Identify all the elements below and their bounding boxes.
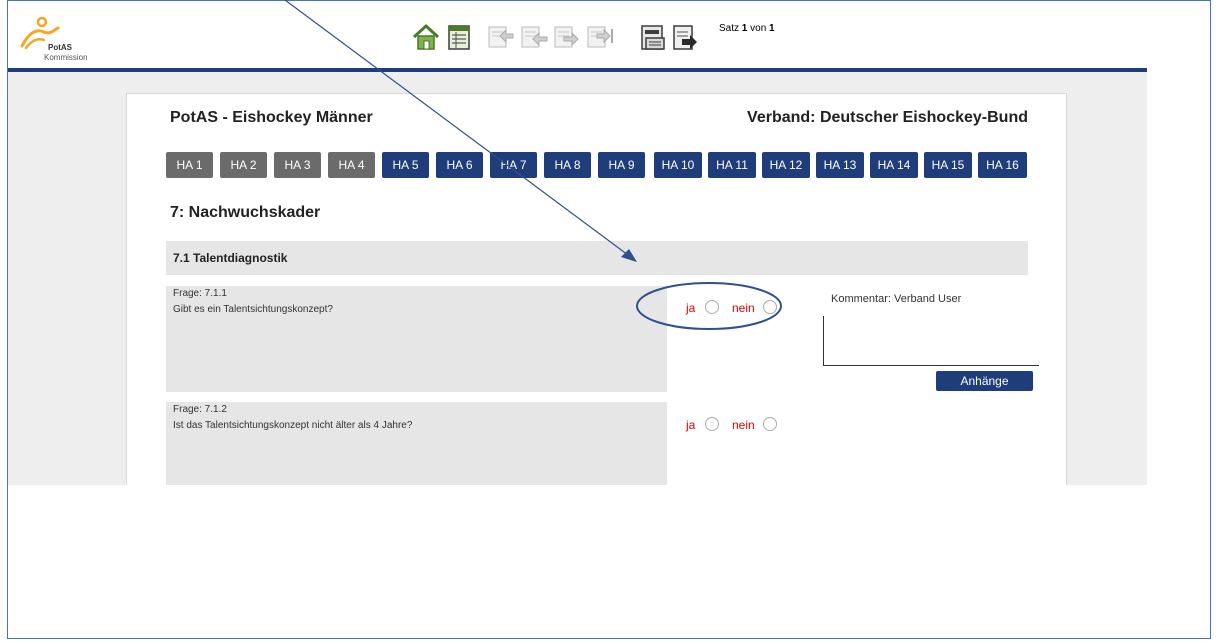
tab-ha-1[interactable]: HA 1: [166, 152, 213, 178]
tab-ha-12[interactable]: HA 12: [762, 152, 810, 178]
home-button[interactable]: [411, 22, 441, 52]
question-2-no-label: nein: [732, 418, 755, 432]
next-record-icon: [554, 26, 579, 48]
tab-ha-15[interactable]: HA 15: [924, 152, 972, 178]
subsection-title: 7.1 Talentdiagnostik: [173, 251, 288, 265]
overview-button[interactable]: [444, 22, 474, 52]
record-counter: Satz 1 von 1: [719, 23, 775, 34]
question-1-box: Frage: 7.1.1 Gibt es ein Talentsichtungs…: [166, 286, 667, 392]
tab-ha-3[interactable]: HA 3: [274, 152, 321, 178]
next-record-button[interactable]: [552, 22, 582, 52]
question-1-no-radio[interactable]: [763, 300, 777, 314]
record-current: 1: [741, 23, 748, 34]
question-2-answer: ja nein: [686, 416, 796, 436]
table-icon: [448, 25, 470, 50]
exit-button[interactable]: [670, 22, 700, 52]
tab-ha-7[interactable]: HA 7: [490, 152, 537, 178]
record-prefix: Satz: [719, 23, 740, 34]
previous-record-button[interactable]: [519, 22, 549, 52]
question-2-text: Ist das Talentsichtungskonzept nicht ält…: [173, 420, 413, 431]
question-1-answer: ja nein: [686, 299, 796, 319]
previous-record-icon: [521, 26, 548, 48]
question-2-no-radio[interactable]: [763, 417, 777, 431]
question-1-text: Gibt es ein Talentsichtungskonzept?: [173, 304, 333, 315]
record-total: 1: [769, 23, 775, 34]
exit-icon: [673, 25, 697, 50]
question-2-yes-radio[interactable]: [705, 417, 719, 431]
tab-ha-8[interactable]: HA 8: [544, 152, 591, 178]
subsection-header: 7.1 Talentdiagnostik: [166, 241, 1028, 275]
tab-ha-16[interactable]: HA 16: [978, 152, 1027, 178]
home-icon: [412, 24, 440, 50]
question-1-number: Frage: 7.1.1: [173, 288, 227, 299]
tab-ha-11[interactable]: HA 11: [708, 152, 756, 178]
question-2-yes-label: ja: [686, 418, 696, 432]
logo-sub-text: Kommission: [44, 53, 88, 62]
tab-ha-6[interactable]: HA 6: [436, 152, 483, 178]
record-sep: von: [750, 23, 767, 34]
question-2-box: Frage: 7.1.2 Ist das Talentsichtungskonz…: [166, 402, 667, 485]
attachments-button[interactable]: Anhänge: [936, 371, 1033, 391]
potas-logo[interactable]: PotAS Kommission: [20, 16, 100, 64]
tab-ha-2[interactable]: HA 2: [220, 152, 267, 178]
first-record-button[interactable]: [486, 22, 516, 52]
question-1-no-label: nein: [732, 301, 755, 315]
question-1-yes-radio[interactable]: [705, 300, 719, 314]
comment-textarea[interactable]: [823, 316, 1039, 366]
last-record-button[interactable]: [585, 22, 615, 52]
page-title: PotAS - Eishockey Männer: [170, 109, 373, 126]
print-button[interactable]: [638, 22, 668, 52]
tab-ha-9[interactable]: HA 9: [598, 152, 645, 178]
comment-label: Kommentar: Verband User: [831, 293, 962, 305]
logo-brand-text: PotAS: [48, 43, 72, 52]
tab-ha-5[interactable]: HA 5: [382, 152, 429, 178]
tab-ha-13[interactable]: HA 13: [816, 152, 864, 178]
verband-title: Verband: Deutscher Eishockey-Bund: [747, 109, 1028, 126]
question-2-number: Frage: 7.1.2: [173, 404, 227, 415]
print-icon: [641, 25, 665, 50]
section-title: 7: Nachwuchskader: [170, 204, 321, 221]
tab-ha-4[interactable]: HA 4: [328, 152, 375, 178]
first-record-icon: [488, 26, 514, 48]
tab-ha-14[interactable]: HA 14: [870, 152, 918, 178]
question-1-yes-label: ja: [686, 301, 696, 315]
tab-ha-10[interactable]: HA 10: [654, 152, 702, 178]
last-record-icon: [587, 26, 613, 48]
